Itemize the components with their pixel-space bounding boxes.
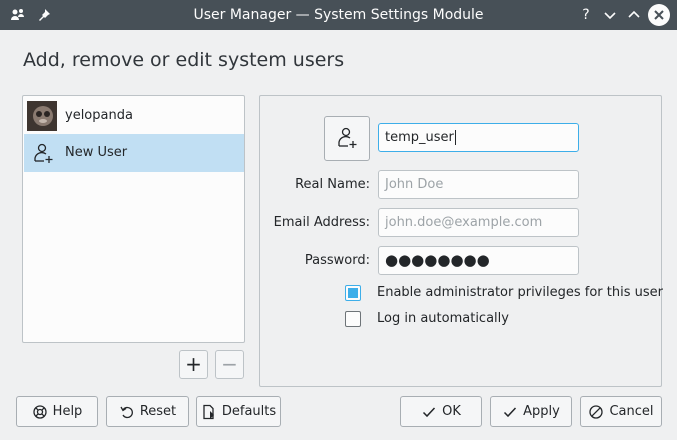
user-item-new-user[interactable]: New User [24,134,244,172]
close-icon [654,10,664,20]
cancel-button[interactable]: Cancel [580,396,662,427]
add-user-button[interactable]: + [179,350,208,379]
remove-user-button[interactable]: − [215,350,244,379]
page-title: Add, remove or edit system users [23,49,345,71]
real-name-label: Real Name: [295,177,370,192]
minus-icon: − [221,352,238,376]
reset-button[interactable]: Reset [106,396,189,427]
admin-checkbox[interactable] [345,285,361,301]
checkbox-checked-mark [348,288,358,298]
text-cursor [454,130,456,145]
username-input[interactable]: temp_user [378,123,579,152]
email-label: Email Address: [273,215,370,230]
cancel-icon [589,404,604,419]
user-item-label: New User [65,145,128,160]
apply-button[interactable]: Apply [490,396,572,427]
checkmark-icon [504,406,517,417]
reset-icon [120,406,133,418]
help-window-button[interactable]: ? [576,5,596,25]
ok-button[interactable]: OK [400,396,482,427]
user-add-icon [34,143,53,163]
password-input[interactable]: ●●●●●●●● [378,246,579,275]
checkmark-icon [423,406,436,417]
help-lifebuoy-icon [33,404,47,419]
minimize-icon[interactable] [600,5,620,25]
plus-icon: + [185,352,202,376]
close-button[interactable] [648,4,670,26]
real-name-input[interactable]: John Doe [378,170,579,199]
username-value: temp_user [385,130,454,145]
autologin-checkbox-label[interactable]: Log in automatically [377,311,509,326]
admin-checkbox-label[interactable]: Enable administrator privileges for this… [377,285,663,300]
autologin-checkbox[interactable] [345,311,361,327]
user-item-yelopanda[interactable]: yelopanda [24,97,244,135]
password-label: Password: [304,253,370,268]
title-bar: User Manager — System Settings Module ? [0,0,677,30]
email-input[interactable]: john.doe@example.com [378,208,579,237]
user-add-icon [338,127,357,148]
help-button[interactable]: Help [16,396,98,427]
defaults-button[interactable]: Defaults [196,396,281,427]
avatar [27,101,57,131]
user-item-label: yelopanda [65,108,133,123]
document-defaults-icon [203,404,214,419]
change-avatar-button[interactable] [324,116,370,161]
maximize-icon[interactable] [624,5,644,25]
